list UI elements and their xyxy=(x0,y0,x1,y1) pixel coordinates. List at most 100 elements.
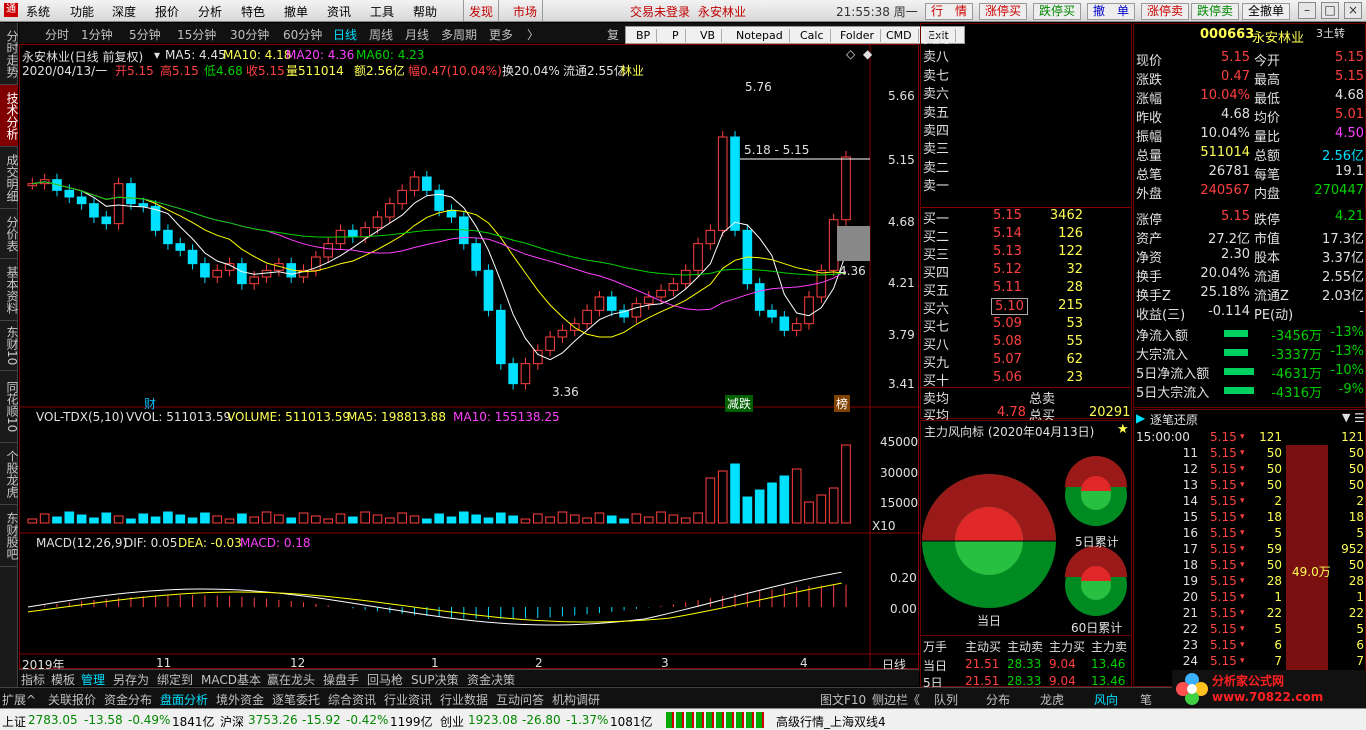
tab-timeshare[interactable]: 分时走势 xyxy=(0,23,19,85)
menu-news[interactable]: 资讯 xyxy=(327,3,351,20)
star-icon[interactable]: ★ xyxy=(1117,422,1129,437)
func-industry-data[interactable]: 行业数据 xyxy=(440,691,488,708)
tab-fund[interactable]: 资金决策 xyxy=(467,671,515,688)
maximize-icon[interactable]: □ xyxy=(1321,2,1339,19)
cancel-all-button[interactable]: 全撤单 xyxy=(1242,3,1290,20)
feed-status[interactable]: 高级行情_上海双线4 xyxy=(776,713,886,730)
popup-cmd[interactable]: CMD xyxy=(880,29,919,42)
period-more[interactable]: 更多 xyxy=(489,26,513,43)
period-5min[interactable]: 5分钟 xyxy=(129,26,161,43)
buy-level-price[interactable]: 5.11 xyxy=(993,280,1022,295)
buy-level-label[interactable]: 买一 xyxy=(923,208,949,227)
limit-down-buy-button[interactable]: 跌停买 xyxy=(1033,3,1081,20)
buy-level-price[interactable]: 5.10 xyxy=(991,298,1028,315)
func-board-analysis[interactable]: 盘面分析 xyxy=(160,691,208,708)
period-multi[interactable]: 多周期 xyxy=(441,26,477,43)
menu-help[interactable]: 帮助 xyxy=(413,3,437,20)
tab-win-leader[interactable]: 赢在龙头 xyxy=(267,671,315,688)
tab-price-table[interactable]: 分价表 xyxy=(0,209,19,259)
right-tab-dragon[interactable]: 龙虎 xyxy=(1040,691,1064,708)
buy-level-price[interactable]: 5.14 xyxy=(993,226,1022,241)
menu-analysis[interactable]: 分析 xyxy=(198,3,222,20)
limit-up-sell-button[interactable]: 涨停卖 xyxy=(1141,3,1189,20)
menu-features[interactable]: 特色 xyxy=(241,3,265,20)
popup-bp[interactable]: BP xyxy=(630,29,658,42)
tab-technical[interactable]: 技术分析 xyxy=(0,85,19,147)
func-f10[interactable]: 图文F10 xyxy=(820,691,866,708)
tab-huimaqiang[interactable]: 回马枪 xyxy=(367,671,403,688)
sell-level-label[interactable]: 卖二 xyxy=(923,157,949,176)
tab-basic-info[interactable]: 基本资料 xyxy=(0,259,19,321)
cy-label[interactable]: 创业 xyxy=(440,713,464,730)
period-daily[interactable]: 日线 xyxy=(333,26,357,43)
period-weekly[interactable]: 周线 xyxy=(369,26,393,43)
func-foreign-fund[interactable]: 境外资金 xyxy=(216,691,264,708)
right-tab-queue[interactable]: 队列 xyxy=(934,691,958,708)
filter-icon[interactable]: ▼ xyxy=(1342,411,1350,424)
buy-level-price[interactable]: 5.15 xyxy=(993,208,1022,223)
diamond-icon[interactable]: ◇ xyxy=(846,47,855,61)
period-restore[interactable]: 复 xyxy=(607,26,619,43)
buy-level-label[interactable]: 买五 xyxy=(923,280,949,299)
sell-level-label[interactable]: 卖一 xyxy=(923,175,949,194)
tab-indicator[interactable]: 指标 xyxy=(21,671,45,688)
right-tab-distribution[interactable]: 分布 xyxy=(986,691,1010,708)
tab-manage[interactable]: 管理 xyxy=(81,671,105,688)
sh-label[interactable]: 上证 xyxy=(2,713,26,730)
tab-ths10[interactable]: 同花顺10 xyxy=(0,371,19,443)
tab-eastmoney10[interactable]: 东财10 xyxy=(0,321,19,371)
chevron-down-icon[interactable]: ▾ xyxy=(154,48,160,62)
tab-sup[interactable]: SUP决策 xyxy=(411,671,459,688)
close-icon[interactable]: × xyxy=(1344,2,1362,19)
func-fund-dist[interactable]: 资金分布 xyxy=(104,691,152,708)
tab-bind[interactable]: 绑定到 xyxy=(157,671,193,688)
tab-trader[interactable]: 操盘手 xyxy=(323,671,359,688)
menu-quote[interactable]: 报价 xyxy=(155,3,179,20)
buy-level-label[interactable]: 买六 xyxy=(923,298,949,317)
period-15min[interactable]: 15分钟 xyxy=(177,26,216,43)
quote-button[interactable]: 行 情 xyxy=(925,3,973,20)
func-tick-order[interactable]: 逐笔委托 xyxy=(272,691,320,708)
event-tag-reduce[interactable]: 减跌 xyxy=(725,395,754,412)
cancel-order-button[interactable]: 撤 单 xyxy=(1087,3,1135,20)
event-tag-rank[interactable]: 榜 xyxy=(834,395,851,412)
period-60min[interactable]: 60分钟 xyxy=(283,26,322,43)
tab-dragon-tiger[interactable]: 个股龙虎 xyxy=(0,443,19,505)
period-30min[interactable]: 30分钟 xyxy=(230,26,269,43)
buy-level-label[interactable]: 买八 xyxy=(923,334,949,353)
menu-market[interactable]: 市场 xyxy=(508,0,544,21)
sell-level-label[interactable]: 卖五 xyxy=(923,102,949,121)
right-tab-wind[interactable]: 风向 xyxy=(1094,691,1118,708)
popup-vb[interactable]: VB xyxy=(694,29,723,42)
buy-level-label[interactable]: 买三 xyxy=(923,244,949,263)
menu-system[interactable]: 系统 xyxy=(26,3,50,20)
buy-level-label[interactable]: 买七 xyxy=(923,316,949,335)
menu-function[interactable]: 功能 xyxy=(70,3,94,20)
popup-calc[interactable]: Calc xyxy=(794,29,831,42)
limit-down-sell-button[interactable]: 跌停卖 xyxy=(1191,3,1239,20)
sell-level-label[interactable]: 卖三 xyxy=(923,138,949,157)
sell-level-label[interactable]: 卖四 xyxy=(923,120,949,139)
buy-level-label[interactable]: 买二 xyxy=(923,226,949,245)
expand-icon[interactable]: ◆ xyxy=(863,47,872,61)
func-industry-news[interactable]: 行业资讯 xyxy=(384,691,432,708)
buy-level-label[interactable]: 买九 xyxy=(923,352,949,371)
chevron-right-icon[interactable]: 〉 xyxy=(527,26,539,43)
buy-level-price[interactable]: 5.08 xyxy=(993,334,1022,349)
func-extend[interactable]: 扩展^ xyxy=(2,691,36,708)
limit-up-buy-button[interactable]: 涨停买 xyxy=(979,3,1027,20)
buy-level-price[interactable]: 5.06 xyxy=(993,370,1022,385)
period-monthly[interactable]: 月线 xyxy=(405,26,429,43)
sell-level-label[interactable]: 卖九 xyxy=(923,28,949,47)
hs-label[interactable]: 沪深 xyxy=(220,713,244,730)
sell-level-label[interactable]: 卖七 xyxy=(923,65,949,84)
func-research[interactable]: 机构调研 xyxy=(552,691,600,708)
buy-level-price[interactable]: 5.12 xyxy=(993,262,1022,277)
right-tab-tick[interactable]: 笔 xyxy=(1140,691,1152,708)
menu-discover[interactable]: 发现 xyxy=(463,0,500,21)
menu-tools[interactable]: 工具 xyxy=(370,3,394,20)
tab-guba[interactable]: 东财股吧 xyxy=(0,505,19,567)
func-related-quote[interactable]: 关联报价 xyxy=(48,691,96,708)
func-qa[interactable]: 互动问答 xyxy=(496,691,544,708)
func-sidebar[interactable]: 侧边栏《 xyxy=(872,691,920,708)
